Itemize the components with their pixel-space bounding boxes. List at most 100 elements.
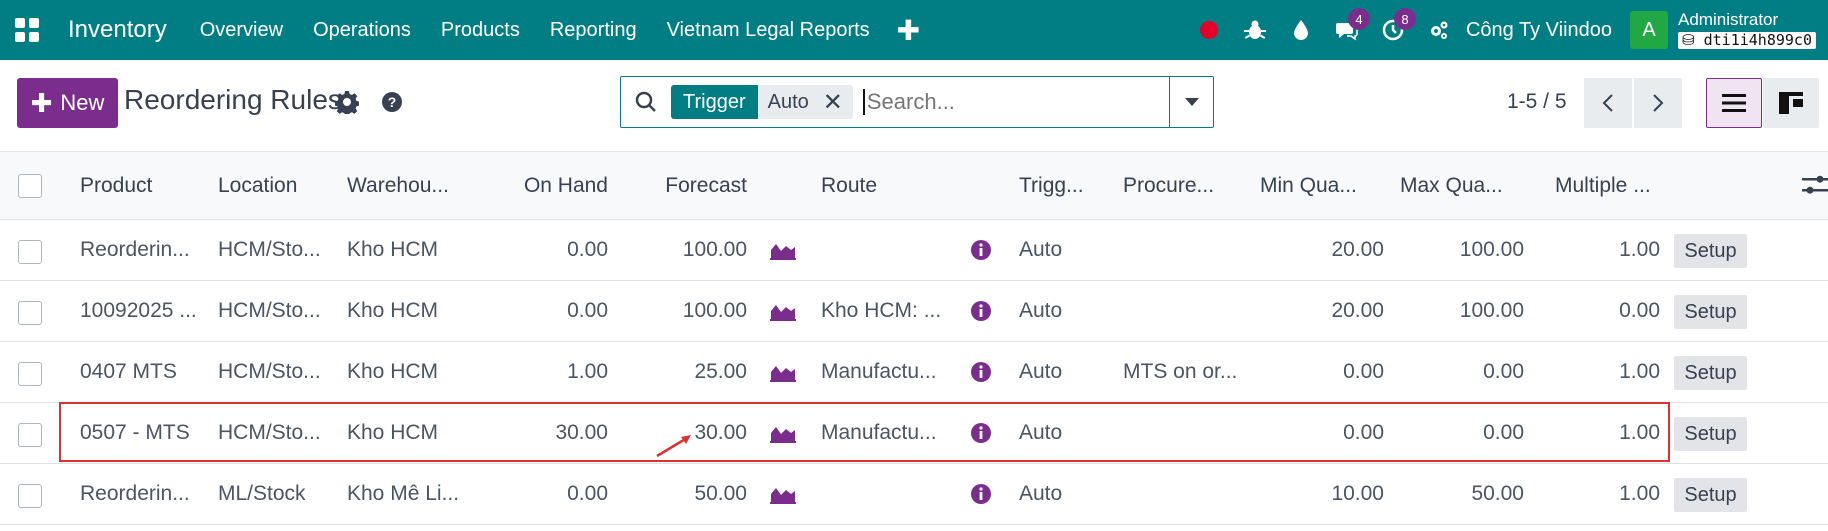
column-header-warehouse[interactable]: Warehou... (347, 152, 477, 219)
table-row[interactable]: 0407 MTS HCM/Sto... Kho HCM 1.00 25.00 Manufa… (0, 342, 1828, 403)
column-header-on-hand[interactable]: On Hand (485, 152, 608, 219)
search-bar: Trigger Auto ✕ (620, 76, 1214, 128)
cell-product: Reorderin... (80, 482, 190, 505)
cell-warehouse: Kho HCM (347, 238, 439, 261)
new-button[interactable]: ✚ New (17, 78, 118, 128)
apps-menu-icon[interactable] (0, 0, 54, 60)
menu-reporting[interactable]: Reporting (535, 0, 652, 60)
row-checkbox[interactable] (18, 423, 42, 447)
kanban-view-button[interactable] (1763, 78, 1819, 128)
pager-next-button[interactable] (1634, 78, 1682, 128)
chevron-right-icon (1653, 94, 1664, 112)
menu-plus-icon[interactable]: ✚ (885, 14, 932, 47)
messages-icon[interactable]: 4 (1324, 0, 1370, 60)
table-row[interactable]: 0507 - MTS HCM/Sto... Kho HCM 30.00 30.00 Man… (0, 403, 1828, 464)
forecast-chart-icon[interactable] (770, 301, 796, 321)
table-row[interactable]: Reorderin... ML/Stock Kho Mê Li... 0.00 50.0… (0, 464, 1828, 525)
forecast-chart-icon[interactable] (770, 240, 796, 260)
app-name[interactable]: Inventory (68, 16, 167, 44)
cell-trigger: Auto (1019, 238, 1063, 261)
avatar[interactable]: A (1630, 11, 1669, 49)
table-row[interactable]: 10092025 ... HCM/Sto... Kho HCM 0.00 100.00 K… (0, 281, 1828, 342)
menu-operations[interactable]: Operations (298, 0, 426, 60)
column-header-multiple[interactable]: Multiple ... (1555, 152, 1679, 219)
list-view-button[interactable] (1706, 78, 1762, 128)
messages-badge: 4 (1347, 8, 1370, 30)
pager-previous-button[interactable] (1584, 78, 1632, 128)
cell-max: 100.00 (1459, 238, 1524, 261)
bug-icon[interactable] (1232, 0, 1278, 60)
control-panel: ✚ New Reordering Rules ? Trigger Auto ✕ … (0, 60, 1828, 152)
company-name[interactable]: Công Ty Viindoo (1466, 19, 1612, 42)
info-icon[interactable] (971, 484, 991, 504)
user-menu[interactable]: Administrator ⛁ dti1i4h899c0 (1678, 10, 1816, 50)
setup-button[interactable]: Setup (1674, 417, 1747, 451)
forecast-chart-icon[interactable] (770, 423, 796, 443)
cell-min: 20.00 (1331, 238, 1384, 261)
svg-text:?: ? (388, 94, 397, 110)
select-all-checkbox[interactable] (18, 173, 42, 198)
setup-button[interactable]: Setup (1674, 356, 1747, 390)
column-header-trigger[interactable]: Trigg... (1019, 152, 1109, 219)
cell-trigger: Auto (1019, 421, 1063, 444)
cell-procure (1123, 281, 1253, 341)
optional-columns-sliders-icon[interactable] (1802, 174, 1828, 198)
tint-icon[interactable] (1278, 0, 1324, 60)
remove-facet-icon[interactable]: ✕ (823, 88, 843, 117)
info-icon[interactable] (971, 423, 991, 443)
cell-location: HCM/Sto... (218, 360, 321, 383)
column-header-max-quantity[interactable]: Max Qua... (1400, 152, 1524, 219)
row-checkbox[interactable] (18, 362, 42, 386)
setup-button[interactable]: Setup (1674, 295, 1747, 329)
cell-location: HCM/Sto... (218, 299, 321, 322)
search-icon[interactable] (621, 77, 671, 127)
cell-location: ML/Stock (218, 482, 306, 505)
cell-min: 0.00 (1343, 421, 1384, 444)
column-header-location[interactable]: Location (218, 152, 338, 219)
search-facet-trigger: Trigger Auto ✕ (671, 85, 853, 119)
column-header-route[interactable]: Route (821, 152, 941, 219)
cell-trigger: Auto (1019, 360, 1063, 383)
facet-value-box: Auto ✕ (757, 85, 853, 119)
table-row[interactable]: Reorderin... HCM/Sto... Kho HCM 0.00 100.00 A… (0, 220, 1828, 281)
cell-min: 0.00 (1343, 360, 1384, 383)
gear-icon[interactable] (335, 90, 359, 114)
cell-forecast: 100.00 (682, 238, 747, 261)
column-header-product[interactable]: Product (80, 152, 210, 219)
cell-procure: MTS on or... (1123, 360, 1238, 383)
menu-vietnam-legal-reports[interactable]: Vietnam Legal Reports (652, 0, 885, 60)
cell-warehouse: Kho HCM (347, 360, 439, 383)
forecast-chart-icon[interactable] (770, 484, 796, 504)
cell-on-hand: 0.00 (567, 482, 608, 505)
row-checkbox[interactable] (18, 301, 42, 325)
menu-overview[interactable]: Overview (185, 0, 298, 60)
setup-button[interactable]: Setup (1674, 234, 1747, 268)
chevron-left-icon (1602, 94, 1613, 112)
info-icon[interactable] (971, 301, 991, 321)
column-header-procurement[interactable]: Procure... (1123, 152, 1253, 219)
search-input[interactable] (862, 89, 1153, 115)
column-header-forecast[interactable]: Forecast (625, 152, 747, 219)
page-title: Reordering Rules (124, 84, 342, 115)
list-view-icon (1722, 94, 1746, 112)
pager-value[interactable]: 1-5 / 5 (1507, 90, 1567, 114)
record-icon[interactable] (1186, 0, 1232, 60)
company-switch-gears-icon[interactable] (1416, 0, 1462, 60)
cell-max: 0.00 (1483, 360, 1524, 383)
help-icon[interactable]: ? (380, 90, 404, 114)
forecast-chart-icon[interactable] (770, 362, 796, 382)
row-checkbox[interactable] (18, 484, 42, 508)
info-icon[interactable] (971, 362, 991, 382)
row-checkbox[interactable] (18, 240, 42, 264)
cell-procure (1123, 464, 1253, 524)
column-header-min-quantity[interactable]: Min Qua... (1260, 152, 1384, 219)
cell-route (821, 464, 951, 524)
info-icon[interactable] (971, 240, 991, 260)
menu-products[interactable]: Products (426, 0, 535, 60)
setup-button[interactable]: Setup (1674, 478, 1747, 512)
cell-warehouse: Kho Mê Li... (347, 482, 460, 505)
cell-on-hand: 1.00 (567, 360, 608, 383)
activities-clock-icon[interactable]: 8 (1370, 0, 1416, 60)
search-options-toggle[interactable] (1169, 77, 1213, 127)
cell-forecast: 25.00 (694, 360, 747, 383)
